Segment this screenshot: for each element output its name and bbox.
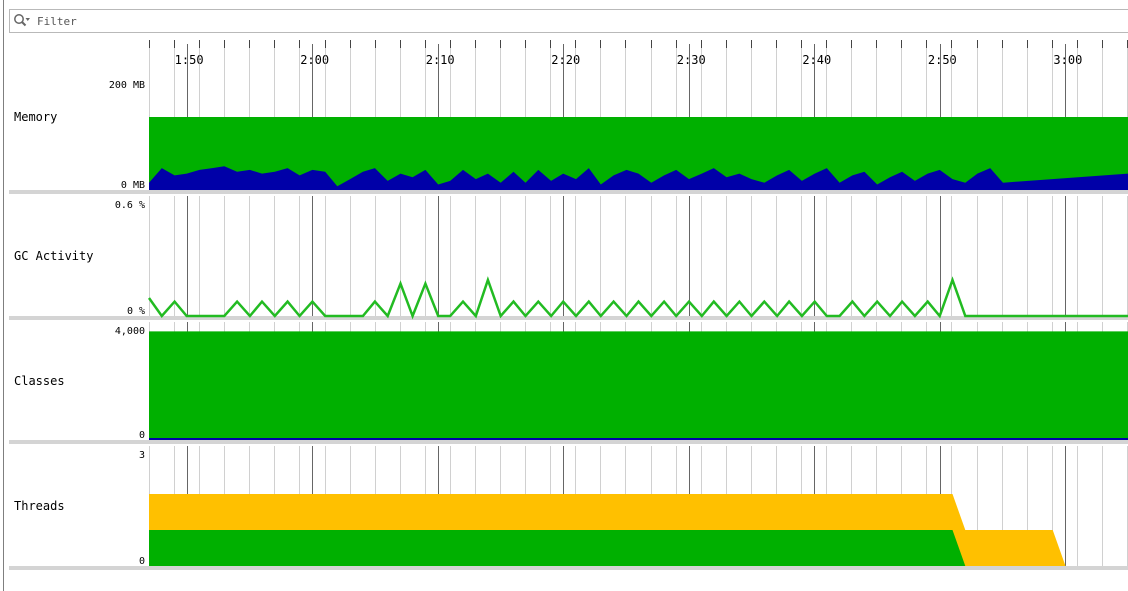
track-label-gc: GC Activity [14, 249, 93, 263]
track-label-memory: Memory [14, 110, 57, 124]
track-max-label-gc: 0.6 % [115, 200, 145, 211]
timeline-panel: 1:50 2:00 2:10 2:20 2:30 2:40 2:50 3:00Memory20… [9, 40, 1128, 570]
track-min-label-gc: 0 % [127, 306, 145, 317]
track-separator [9, 190, 1128, 194]
time-axis-label: 2:50 [928, 53, 957, 67]
track-separator [9, 440, 1128, 444]
track-min-label-threads: 0 [139, 556, 145, 567]
track-min-label-memory: 0 MB [121, 180, 145, 191]
track-label-threads: Threads [14, 499, 65, 513]
track-label-classes: Classes [14, 374, 65, 388]
profiler-window: 1:502:002:102:202:302:402:503:00Memory20… [0, 0, 1128, 591]
track-max-label-classes: 4,000 [115, 326, 145, 337]
track-min-label-classes: 0 [139, 430, 145, 441]
track-separator [9, 316, 1128, 320]
time-axis-label: 3:00 [1053, 53, 1082, 67]
gc-activity-line [147, 276, 1128, 320]
track-separator [9, 566, 1128, 570]
track-max-label-threads: 3 [139, 450, 145, 461]
time-axis-label: 2:20 [551, 53, 580, 67]
series-area-classes-0 [149, 331, 1128, 440]
time-axis-label: 1:50 [175, 53, 204, 67]
time-axis-label: 2:40 [802, 53, 831, 67]
track-max-label-memory: 200 MB [109, 80, 145, 91]
time-axis-label: 2:00 [300, 53, 329, 67]
